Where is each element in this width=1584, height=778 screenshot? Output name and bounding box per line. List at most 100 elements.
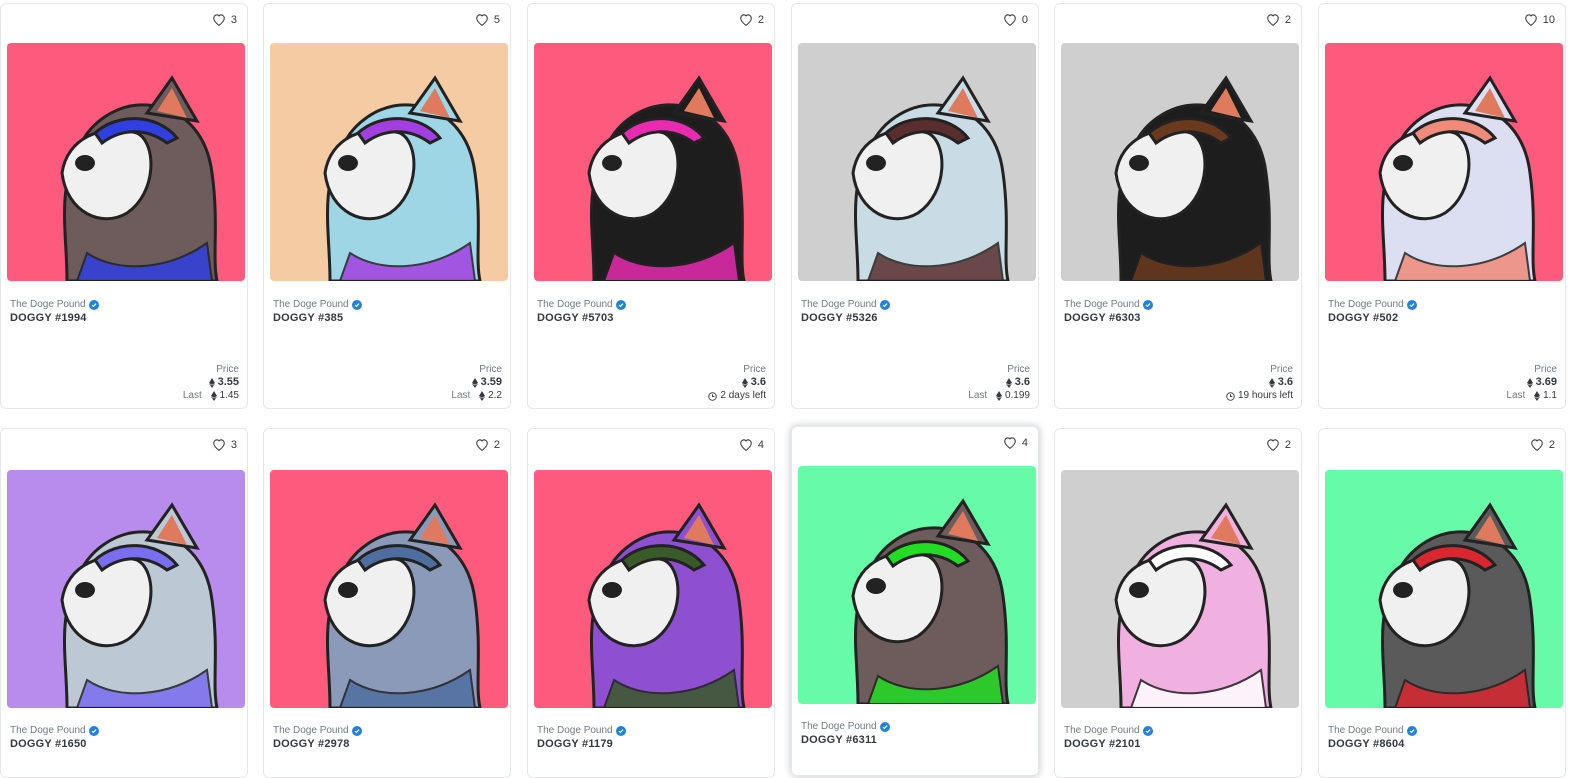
eth-icon [210, 391, 217, 401]
nft-name[interactable]: DOGGY #502 [1328, 312, 1398, 324]
collection-link[interactable]: The Doge Pound [273, 725, 362, 736]
price-label: Price [743, 364, 766, 375]
favorite-button[interactable]: 3 [212, 13, 237, 26]
heart-icon [476, 14, 488, 26]
favorite-button[interactable]: 0 [1003, 13, 1028, 26]
nft-card[interactable]: 4 The Doge Pound DOGGY #1179 [527, 428, 775, 778]
nft-name[interactable]: DOGGY #2978 [273, 738, 350, 750]
price-value: 3.6 [708, 376, 766, 389]
collection-name: The Doge Pound [801, 299, 877, 310]
price-value: 3.6 [968, 376, 1030, 389]
eth-icon [741, 377, 748, 388]
nft-card[interactable]: 2 The Doge Pound DOGGY #5703 Price 3.6 2… [527, 3, 775, 409]
collection-link[interactable]: The Doge Pound [1064, 725, 1153, 736]
favorite-button[interactable]: 2 [1266, 438, 1291, 451]
collection-link[interactable]: The Doge Pound [801, 299, 890, 310]
nft-image[interactable] [798, 466, 1036, 704]
nft-card[interactable]: 10 The Doge Pound DOGGY #502 Price 3.69 … [1318, 3, 1566, 409]
nft-name[interactable]: DOGGY #6303 [1064, 312, 1141, 324]
nft-image[interactable] [1325, 470, 1563, 708]
favorite-button[interactable]: 2 [739, 13, 764, 26]
nft-card[interactable]: 0 The Doge Pound DOGGY #5326 Price 3.6 L… [791, 3, 1039, 409]
nft-image[interactable] [7, 43, 245, 281]
collection-link[interactable]: The Doge Pound [537, 725, 626, 736]
collection-name: The Doge Pound [10, 299, 86, 310]
favorite-button[interactable]: 2 [475, 438, 500, 451]
verified-badge-icon [879, 721, 890, 732]
nft-card[interactable]: 2 The Doge Pound DOGGY #2978 [263, 428, 511, 778]
nft-image[interactable] [1061, 470, 1299, 708]
collection-link[interactable]: The Doge Pound [10, 299, 99, 310]
nft-name[interactable]: DOGGY #5703 [537, 312, 614, 324]
favorite-button[interactable]: 4 [739, 438, 764, 451]
collection-link[interactable]: The Doge Pound [1064, 299, 1153, 310]
heart-icon [1267, 14, 1279, 26]
nft-name[interactable]: DOGGY #6311 [801, 734, 877, 746]
last-amount: 0.199 [1004, 390, 1030, 401]
favorite-button[interactable]: 4 [1003, 436, 1028, 449]
nft-name[interactable]: DOGGY #1650 [10, 738, 87, 750]
verified-badge-icon [1142, 725, 1153, 736]
nft-name[interactable]: DOGGY #5326 [801, 312, 878, 324]
nft-card[interactable]: 4 The Doge Pound DOGGY #6311 [791, 426, 1039, 776]
price-label: Price [216, 364, 239, 375]
nft-image[interactable] [270, 43, 508, 281]
collection-name: The Doge Pound [801, 721, 877, 732]
favorite-button[interactable]: 2 [1266, 13, 1291, 26]
last-amount: 1.45 [219, 390, 239, 401]
collection-link[interactable]: The Doge Pound [1328, 725, 1417, 736]
nft-card[interactable]: 3 The Doge Pound DOGGY #1994 Price 3.55 … [0, 3, 248, 409]
heart-icon [740, 439, 752, 451]
heart-icon [476, 439, 488, 451]
eth-icon [1534, 391, 1541, 401]
verified-badge-icon [1406, 725, 1417, 736]
nft-image[interactable] [534, 470, 772, 708]
collection-link[interactable]: The Doge Pound [273, 299, 362, 310]
nft-image[interactable] [270, 470, 508, 708]
collection-link[interactable]: The Doge Pound [10, 725, 99, 736]
heart-icon [213, 14, 225, 26]
nft-image[interactable] [534, 43, 772, 281]
price-amount: 3.59 [480, 376, 502, 388]
favorite-count: 5 [493, 13, 500, 26]
last-sale: Last 1.45 [183, 389, 239, 403]
nft-image[interactable] [1325, 43, 1563, 281]
nft-name[interactable]: DOGGY #8604 [1328, 738, 1405, 750]
price-amount: 3.69 [1535, 376, 1557, 388]
heart-icon [1267, 439, 1279, 451]
verified-badge-icon [1142, 299, 1153, 310]
favorite-count: 3 [230, 13, 237, 26]
nft-card[interactable]: 2 The Doge Pound DOGGY #6303 Price 3.6 1… [1054, 3, 1302, 409]
price-block: Price 3.6 19 hours left [1226, 364, 1293, 403]
nft-card[interactable]: 5 The Doge Pound DOGGY #385 Price 3.59 L… [263, 3, 511, 409]
nft-image[interactable] [1061, 43, 1299, 281]
heart-icon [1004, 437, 1016, 449]
collection-link[interactable]: The Doge Pound [1328, 299, 1417, 310]
nft-name[interactable]: DOGGY #1179 [537, 738, 613, 750]
price-label: Price [1534, 364, 1557, 375]
eth-icon [479, 391, 486, 401]
favorite-button[interactable]: 3 [212, 438, 237, 451]
nft-card[interactable]: 3 The Doge Pound DOGGY #1650 [0, 428, 248, 778]
verified-badge-icon [615, 299, 626, 310]
collection-name: The Doge Pound [1064, 725, 1140, 736]
price-block: Price 3.55 Last 1.45 [183, 364, 239, 403]
nft-name[interactable]: DOGGY #2101 [1064, 738, 1141, 750]
collection-link[interactable]: The Doge Pound [537, 299, 626, 310]
favorite-button[interactable]: 10 [1524, 13, 1555, 26]
favorite-button[interactable]: 5 [475, 13, 500, 26]
nft-name[interactable]: DOGGY #1994 [10, 312, 87, 324]
collection-name: The Doge Pound [1328, 299, 1404, 310]
verified-badge-icon [1406, 299, 1417, 310]
favorite-count: 4 [1021, 436, 1028, 449]
nft-image[interactable] [7, 470, 245, 708]
nft-image[interactable] [798, 43, 1036, 281]
nft-card[interactable]: 2 The Doge Pound DOGGY #8604 [1318, 428, 1566, 778]
collection-link[interactable]: The Doge Pound [801, 721, 890, 732]
nft-name[interactable]: DOGGY #385 [273, 312, 343, 324]
nft-card[interactable]: 2 The Doge Pound DOGGY #2101 [1054, 428, 1302, 778]
favorite-count: 4 [757, 438, 764, 451]
price-amount: 3.55 [217, 376, 239, 388]
favorite-button[interactable]: 2 [1530, 438, 1555, 451]
last-sale: Last 2.2 [451, 389, 502, 403]
